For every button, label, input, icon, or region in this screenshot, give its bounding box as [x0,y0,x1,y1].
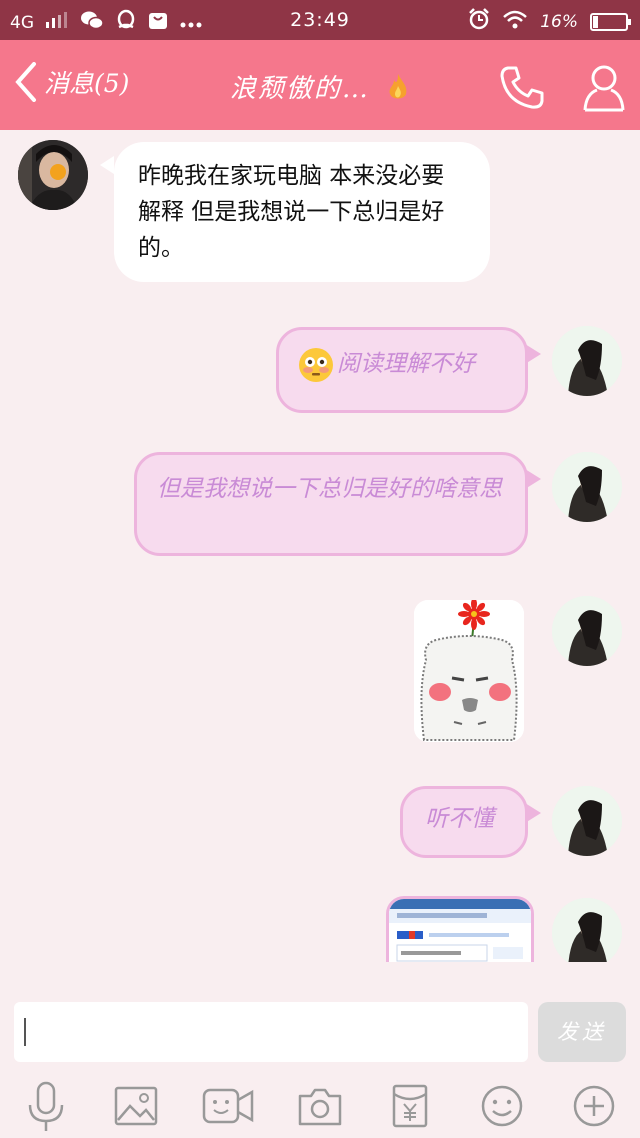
profile-icon [582,65,626,116]
message-bubble-outgoing[interactable]: 但是我想说一下总归是好的啥意思 [134,452,541,556]
status-bar: 4G 23:49 16% [0,0,640,40]
profile-button[interactable] [582,64,626,116]
search-app-screenshot-image [389,899,531,962]
more-button[interactable] [566,1078,622,1134]
my-avatar-photo [552,326,622,396]
camera-button[interactable] [292,1078,348,1134]
message-text: 昨晚我在家玩电脑 本来没必要解释 但是我想说一下总归是好的。 [138,163,445,261]
image-icon [114,1086,158,1126]
message-list[interactable]: 昨晚我在家玩电脑 本来没必要解释 但是我想说一下总归是好的。 阅读理解不好 但是… [0,130,640,962]
wifi-icon [502,9,528,34]
red-packet-button[interactable] [382,1078,438,1134]
my-avatar-photo [552,596,622,666]
my-avatar-photo [552,452,622,522]
voice-button[interactable] [18,1078,74,1134]
flushed-face-emoji-icon [299,348,333,382]
message-input[interactable] [14,1002,528,1062]
chat-title-text: 浪颓傲的… [229,74,370,104]
emoji-button[interactable] [474,1078,530,1134]
message-text: 阅读理解不好 [337,351,475,377]
plus-icon [573,1085,615,1127]
send-button[interactable]: 发送 [538,1002,626,1062]
contact-avatar-photo [18,140,88,210]
video-icon [202,1088,254,1124]
my-avatar[interactable] [552,596,622,666]
my-avatar-photo [552,786,622,856]
sticker-message[interactable] [414,600,524,742]
battery-fill [593,15,598,28]
chat-title: 浪颓傲的… [0,68,640,109]
phone-button[interactable] [498,64,544,114]
bun-face-sticker-icon [414,600,524,742]
text-caret [24,1018,26,1046]
battery-icon [590,12,631,31]
message-bubble-outgoing[interactable]: 阅读理解不好 [276,327,541,413]
chat-header: 消息(5) 浪颓傲的… [0,40,640,130]
composer: 发送 [0,990,640,1070]
video-button[interactable] [200,1078,256,1134]
emoji-icon [481,1085,523,1127]
camera-icon [298,1088,342,1126]
battery-label: 16% [540,11,578,32]
composer-toolbar [0,1070,640,1138]
my-avatar[interactable] [552,786,622,856]
my-avatar[interactable] [552,452,622,522]
message-text: 但是我想说一下总归是好的啥意思 [157,476,502,502]
voice-icon [28,1081,64,1131]
phone-icon [498,66,544,114]
message-text: 听不懂 [425,806,494,832]
red-packet-icon [392,1084,428,1128]
my-avatar-photo [552,898,622,962]
contact-avatar[interactable] [18,140,88,210]
my-avatar[interactable] [552,326,622,396]
image-button[interactable] [108,1078,164,1134]
message-bubble-outgoing[interactable]: 听不懂 [400,786,541,858]
my-avatar[interactable] [552,898,622,962]
image-message[interactable] [386,896,534,962]
alarm-icon [468,8,490,35]
fire-icon [386,72,410,109]
message-bubble-incoming[interactable]: 昨晚我在家玩电脑 本来没必要解释 但是我想说一下总归是好的。 [100,142,490,282]
